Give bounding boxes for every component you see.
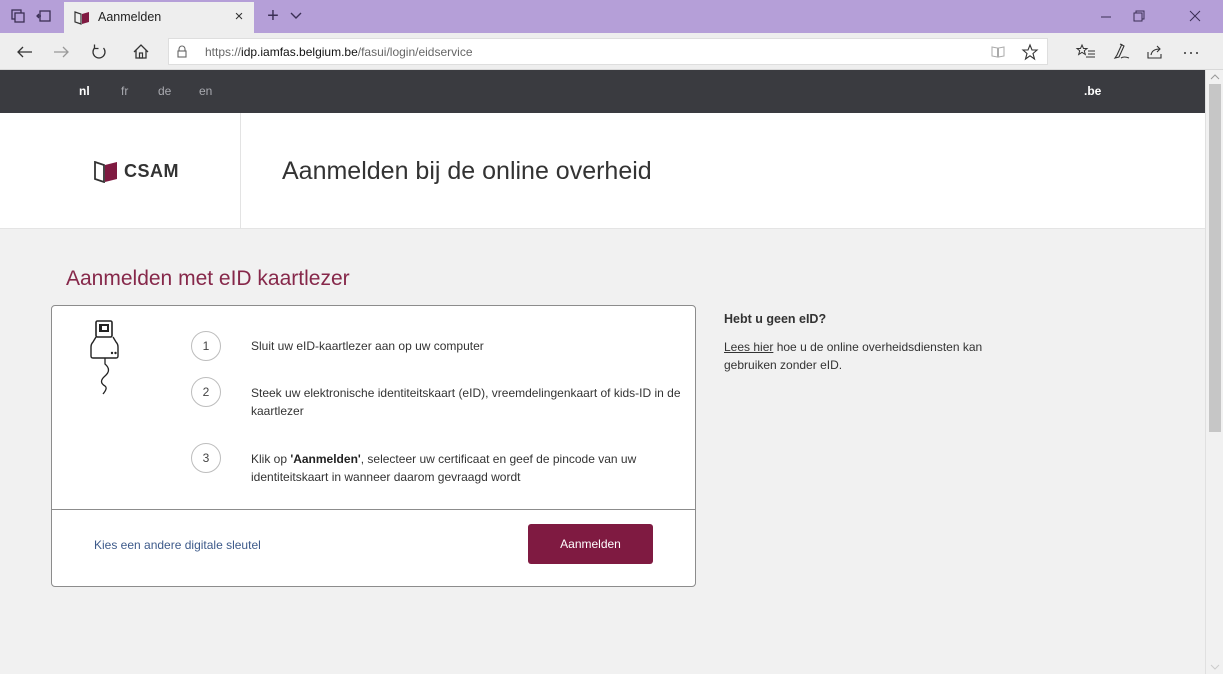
reading-view-icon[interactable]	[989, 43, 1007, 61]
tabs-aside-icon[interactable]	[36, 8, 52, 24]
step-number-2: 2	[191, 377, 221, 407]
choose-other-key-link[interactable]: Kies een andere digitale sleutel	[94, 538, 261, 552]
browser-titlebar: Aanmelden × +	[0, 0, 1223, 33]
back-arrow-icon[interactable]	[14, 41, 36, 63]
header-divider	[240, 113, 241, 229]
scrollbar-thumb[interactable]	[1209, 84, 1221, 432]
step-3-emphasis: 'Aanmelden'	[290, 452, 361, 466]
more-icon[interactable]	[1180, 41, 1202, 63]
tab-actions-icon[interactable]	[10, 8, 26, 24]
logo-text: CSAM	[124, 161, 179, 181]
lock-icon	[177, 45, 187, 58]
minimize-icon[interactable]	[1094, 6, 1118, 26]
card-divider	[52, 509, 695, 510]
no-eid-text: Lees hier hoe u de online overheidsdiens…	[724, 340, 983, 372]
lang-de[interactable]: de	[158, 84, 171, 98]
lang-en[interactable]: en	[199, 84, 212, 98]
read-here-link[interactable]: Lees hier	[724, 340, 773, 354]
be-brand-link[interactable]: .be	[1084, 84, 1101, 98]
home-icon[interactable]	[130, 41, 152, 63]
close-window-icon[interactable]	[1183, 6, 1207, 26]
lang-nl[interactable]: nl	[79, 84, 90, 98]
step-text-1: Sluit uw eID-kaartlezer aan op uw comput…	[251, 339, 484, 353]
step-number-1: 1	[191, 331, 221, 361]
step-text-2: Steek uw elektronische identiteitskaart …	[251, 386, 681, 418]
csam-logo-icon	[94, 160, 118, 184]
tab-close-icon[interactable]: ×	[230, 8, 248, 26]
url-host: idp.iamfas.belgium.be	[241, 45, 358, 59]
star-icon[interactable]	[1021, 43, 1039, 61]
eid-login-card: 1 Sluit uw eID-kaartlezer aan op uw comp…	[51, 305, 696, 587]
step-number-3: 3	[191, 443, 221, 473]
page-content: nl fr de en .be CSAM Aanmelden bij de on…	[0, 70, 1205, 674]
restore-icon[interactable]	[1126, 6, 1150, 26]
card-reader-icon	[88, 320, 122, 396]
tab-title: Aanmelden	[98, 10, 162, 24]
share-icon[interactable]	[1144, 41, 1166, 63]
pen-icon[interactable]	[1110, 41, 1132, 63]
refresh-icon[interactable]	[88, 41, 110, 63]
language-bar: nl fr de en .be	[0, 70, 1205, 113]
page-scrollbar[interactable]	[1205, 70, 1223, 674]
no-eid-title: Hebt u geen eID?	[724, 312, 827, 326]
section-title: Aanmelden met eID kaartlezer	[66, 267, 350, 290]
address-bar[interactable]: https://idp.iamfas.belgium.be/fasui/logi…	[168, 38, 1048, 65]
favorites-list-icon[interactable]	[1075, 41, 1097, 63]
scroll-up-arrow-icon[interactable]	[1209, 72, 1221, 82]
lang-fr[interactable]: fr	[121, 84, 128, 98]
scroll-down-arrow-icon[interactable]	[1209, 662, 1221, 672]
login-button[interactable]: Aanmelden	[528, 524, 653, 564]
csam-favicon-icon	[74, 10, 90, 26]
tab-list-chevron-icon[interactable]	[285, 5, 307, 27]
step-text-3: Klik op 'Aanmelden', selecteer uw certif…	[251, 452, 637, 484]
browser-tab[interactable]: Aanmelden ×	[64, 2, 254, 33]
url-text[interactable]: https://idp.iamfas.belgium.be/fasui/logi…	[205, 45, 473, 59]
browser-toolbar: https://idp.iamfas.belgium.be/fasui/logi…	[0, 33, 1223, 70]
forward-arrow-icon[interactable]	[50, 41, 72, 63]
page-title: Aanmelden bij de online overheid	[282, 157, 652, 185]
new-tab-button[interactable]: +	[262, 5, 284, 27]
page-header: CSAM Aanmelden bij de online overheid	[0, 113, 1205, 229]
